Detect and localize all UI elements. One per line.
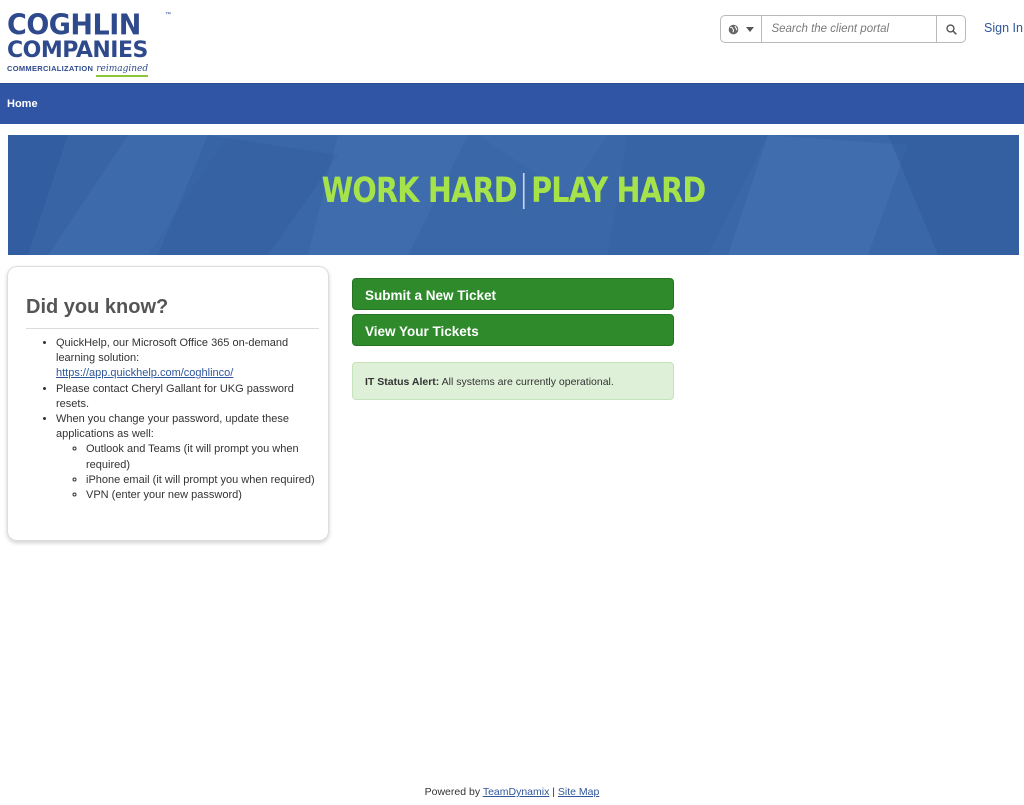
banner-divider xyxy=(523,173,525,209)
list-item-text: QuickHelp, our Microsoft Office 365 on-d… xyxy=(56,337,289,365)
site-map-link[interactable]: Site Map xyxy=(558,786,599,798)
search-group xyxy=(720,15,966,43)
list-item: When you change your password, update th… xyxy=(56,412,316,503)
banner-slogan-left: WORK HARD xyxy=(321,171,518,211)
nav-item-home[interactable]: Home xyxy=(7,98,38,110)
logo-tagline-main: COMMERCIALIZATION xyxy=(7,64,94,73)
chevron-down-icon xyxy=(746,26,755,32)
banner-slogan: WORK HARD PLAY HARD xyxy=(99,171,928,211)
logo-tagline: COMMERCIALIZATION reimagined xyxy=(7,64,169,77)
company-logo[interactable]: COGHLIN COMPANIES ™ COMMERCIALIZATION re… xyxy=(7,9,171,77)
it-status-alert: IT Status Alert: All systems are current… xyxy=(352,362,674,400)
logo-trademark: ™ xyxy=(165,12,171,18)
logo-line1: COGHLIN xyxy=(7,9,141,42)
tips-list: QuickHelp, our Microsoft Office 365 on-d… xyxy=(56,336,316,503)
globe-icon xyxy=(728,24,739,34)
list-item: QuickHelp, our Microsoft Office 365 on-d… xyxy=(56,336,316,382)
list-item: Please contact Cheryl Gallant for UKG pa… xyxy=(56,382,316,412)
quickhelp-link[interactable]: https://app.quickhelp.com/coghlinco/ xyxy=(56,367,233,379)
search-input[interactable] xyxy=(762,16,937,42)
main-nav: Home xyxy=(0,83,1024,124)
banner-slogan-right: PLAY HARD xyxy=(531,171,706,211)
alert-message: All systems are currently operational. xyxy=(441,376,614,388)
sub-list-item: VPN (enter your new password) xyxy=(86,488,316,503)
submit-ticket-button[interactable]: Submit a New Ticket xyxy=(352,278,674,310)
card-title: Did you know? xyxy=(26,296,169,318)
language-dropdown-button[interactable] xyxy=(721,16,763,42)
list-item-text: Please contact Cheryl Gallant for UKG pa… xyxy=(56,382,294,410)
sign-in-link[interactable]: Sign In xyxy=(984,21,1023,35)
search-icon xyxy=(946,23,957,35)
view-tickets-button[interactable]: View Your Tickets xyxy=(352,314,674,346)
hero-banner: WORK HARD PLAY HARD xyxy=(8,135,1019,255)
did-you-know-card: Did you know? QuickHelp, our Microsoft O… xyxy=(7,266,329,541)
list-item-text: When you change your password, update th… xyxy=(56,413,289,441)
alert-label: IT Status Alert: xyxy=(365,376,440,388)
sub-list-item: Outlook and Teams (it will prompt you wh… xyxy=(86,442,316,472)
teamdynamix-link[interactable]: TeamDynamix xyxy=(483,786,550,798)
search-button[interactable] xyxy=(936,16,965,42)
footer-prefix: Powered by xyxy=(424,786,481,798)
sub-list-item: iPhone email (it will prompt you when re… xyxy=(86,473,316,488)
logo-line2: COMPANIES xyxy=(7,38,148,63)
sub-list: Outlook and Teams (it will prompt you wh… xyxy=(86,442,316,503)
footer-separator: | xyxy=(552,786,555,798)
page-footer: Powered by TeamDynamix | Site Map xyxy=(0,786,1024,798)
logo-tagline-script: reimagined xyxy=(96,65,149,77)
card-divider xyxy=(26,328,319,329)
site-header: COGHLIN COMPANIES ™ COMMERCIALIZATION re… xyxy=(0,0,1024,83)
